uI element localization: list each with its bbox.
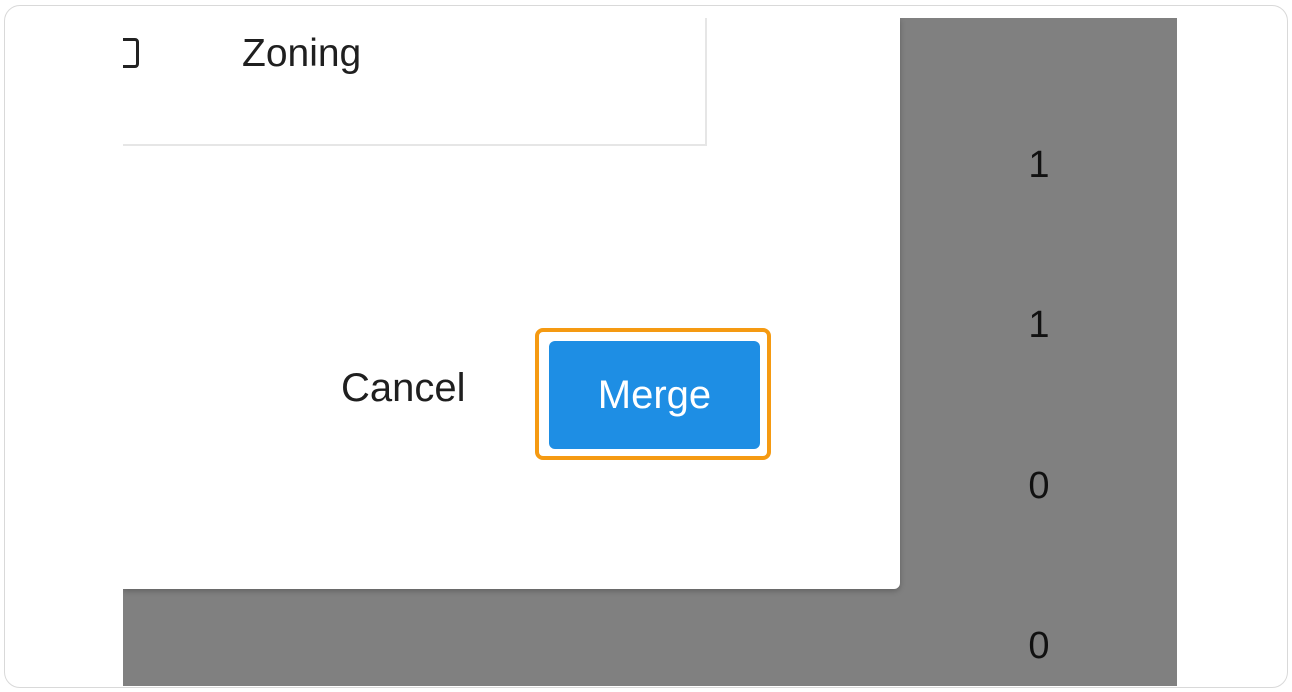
app-viewport: 1 1 0 0 Zoning Cancel Merge <box>123 18 1177 686</box>
merge-button[interactable]: Merge <box>549 341 760 449</box>
table-cell-count: 0 <box>1028 465 1050 507</box>
table-cell-count: 0 <box>1028 625 1050 667</box>
column-list: Zoning <box>123 18 707 146</box>
cancel-button[interactable]: Cancel <box>341 366 466 411</box>
merge-dialog: Zoning Cancel Merge <box>123 18 900 589</box>
screenshot-frame: 1 1 0 0 Zoning Cancel Merge <box>4 5 1288 688</box>
column-checkbox[interactable] <box>123 38 139 68</box>
table-cell-count: 1 <box>1028 304 1050 346</box>
column-label: Zoning <box>242 32 362 75</box>
table-cell-count: 1 <box>1028 144 1050 186</box>
